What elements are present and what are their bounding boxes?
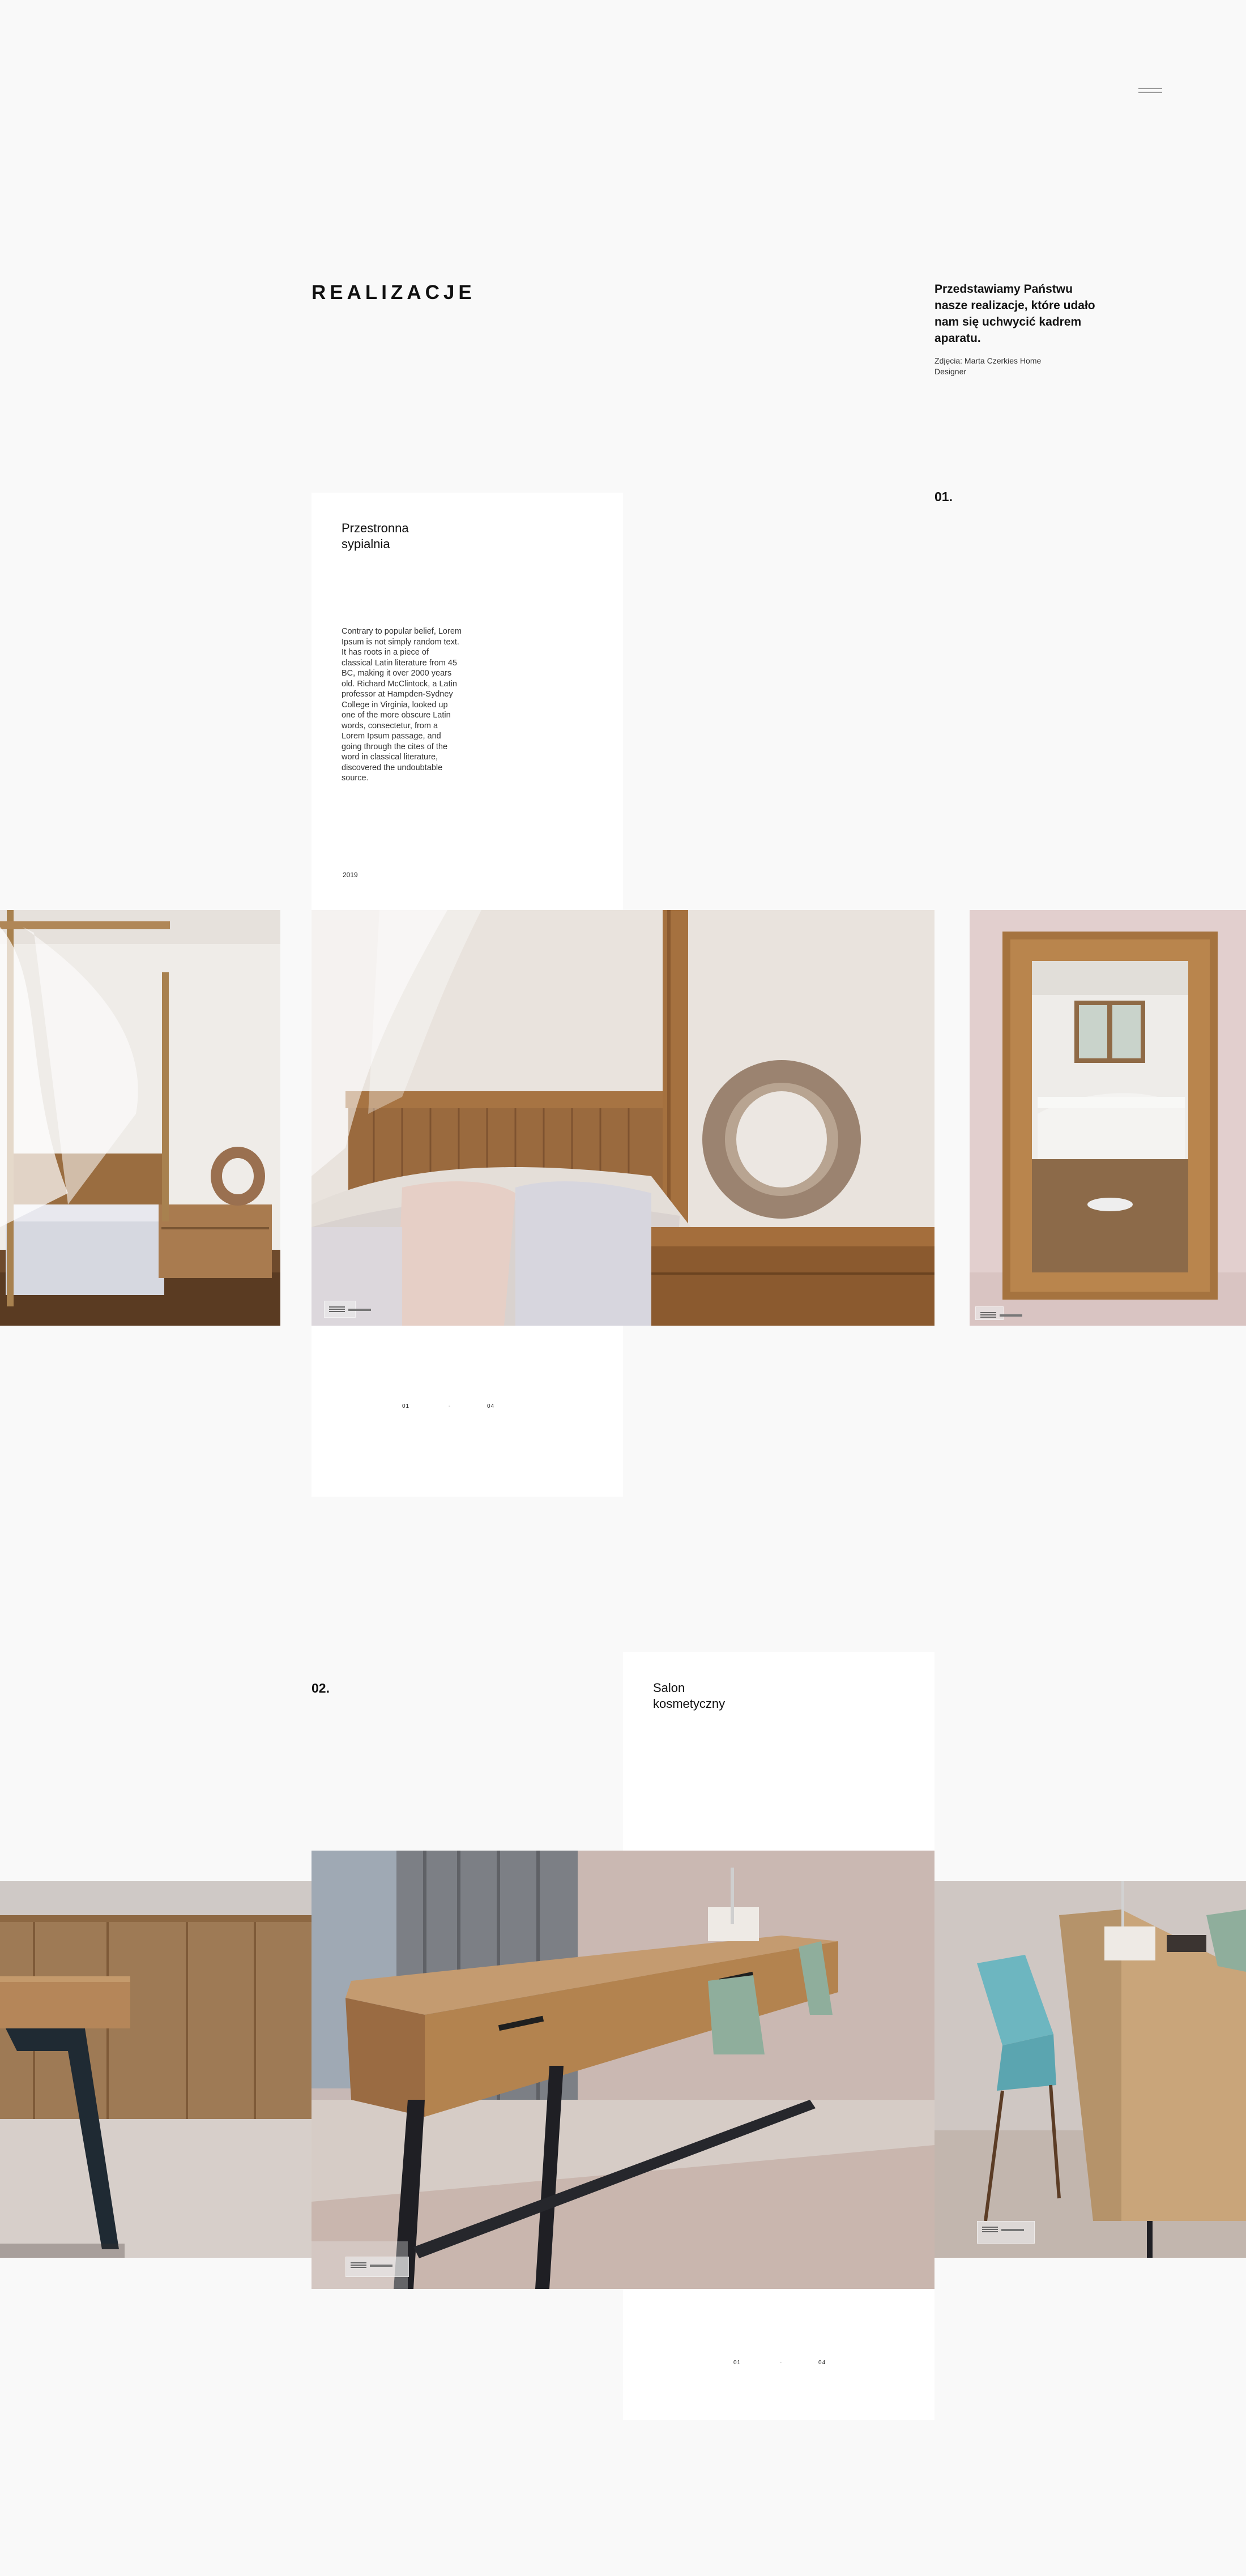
gallery-pager: 01 - 04 — [733, 2360, 847, 2366]
watermark-logo — [324, 1301, 371, 1318]
watermark-logo — [977, 2221, 1035, 2244]
pager-current: 01 — [402, 1403, 410, 1409]
photo-credit: Zdjęcia: Marta Czerkies Home Designer — [935, 356, 1042, 376]
pager-separator: - — [448, 1403, 451, 1409]
gallery-image-next[interactable] — [970, 910, 1246, 1326]
hamburger-icon[interactable] — [1138, 88, 1162, 93]
gallery-image-prev[interactable] — [0, 1881, 312, 2258]
gallery-image-current[interactable] — [312, 910, 935, 1326]
watermark-logo — [345, 2257, 409, 2277]
project-title: Przestronna sypialnia — [342, 521, 409, 551]
watermark-logo — [975, 1306, 1022, 1320]
pager-current: 01 — [733, 2360, 741, 2366]
project-number: 01. — [935, 489, 953, 504]
pager-separator: - — [779, 2360, 783, 2366]
page-title: REALIZACJE — [312, 281, 476, 304]
gallery-pager: 01 - 04 — [402, 1403, 515, 1409]
project-description: Contrary to popular belief, Lorem Ipsum … — [342, 627, 462, 783]
gallery-image-prev[interactable] — [0, 910, 280, 1326]
gallery-image-current[interactable] — [312, 1851, 935, 2289]
project-title: Salon kosmetyczny — [653, 1681, 726, 1711]
pager-total: 04 — [818, 2360, 826, 2366]
project-year: 2019 — [343, 871, 358, 879]
intro-text: Przedstawiamy Państwu nasze realizacje, … — [935, 283, 1095, 345]
project-number: 02. — [312, 1681, 330, 1695]
pager-total: 04 — [487, 1403, 495, 1409]
gallery-image-next[interactable] — [935, 1881, 1246, 2258]
